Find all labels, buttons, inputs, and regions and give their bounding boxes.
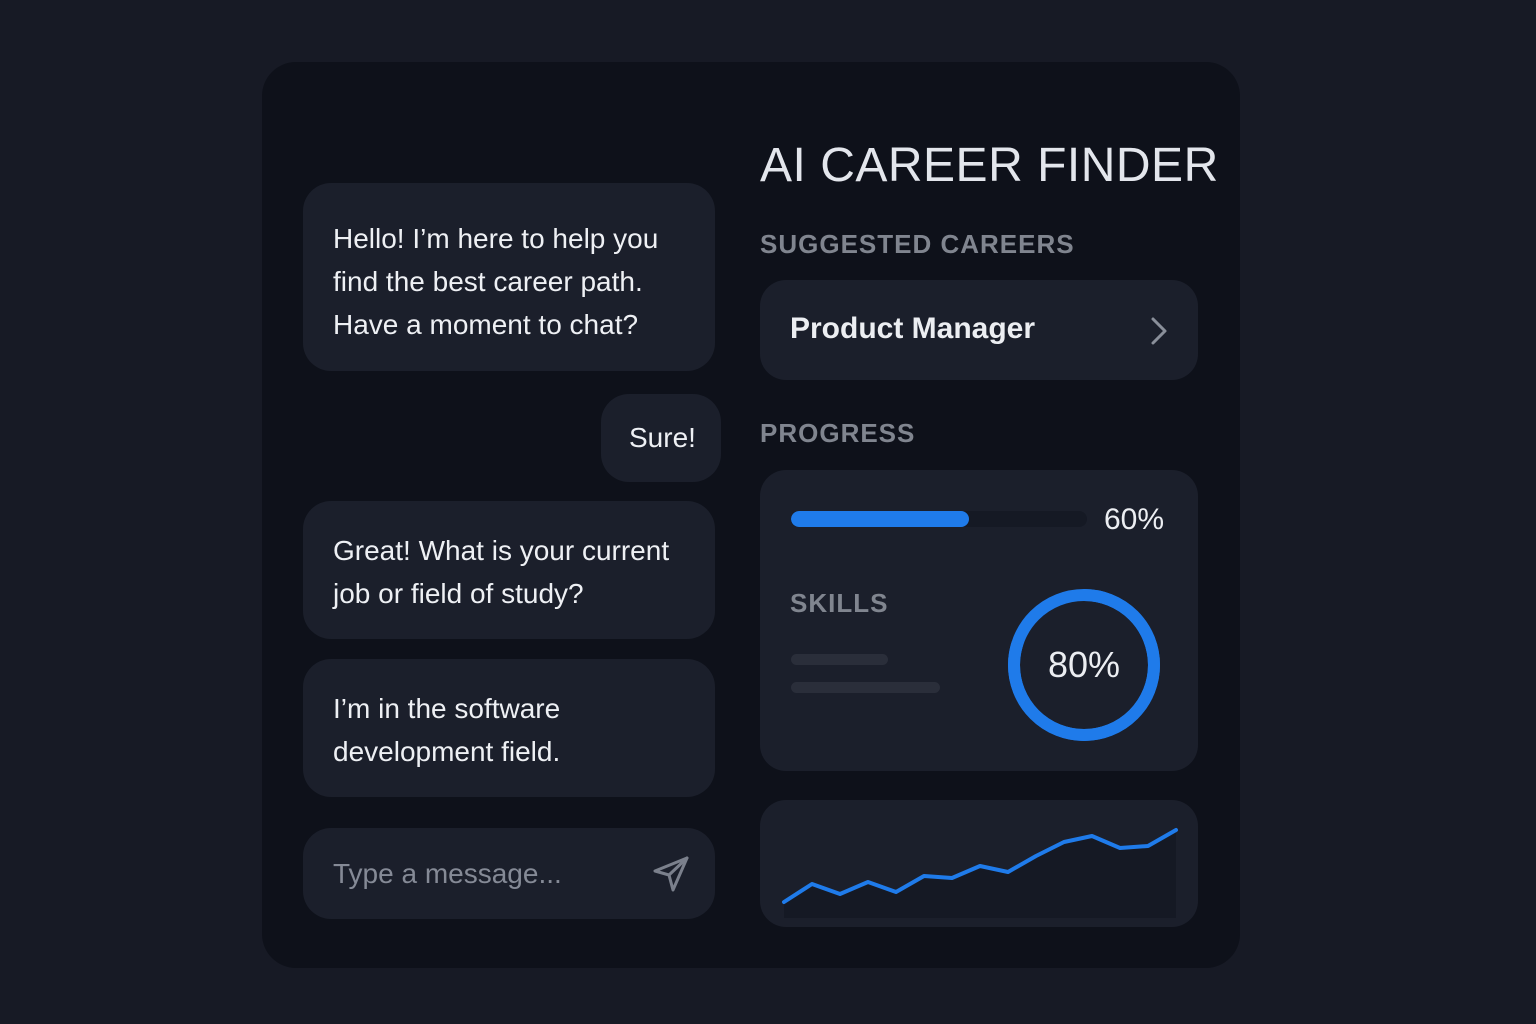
chat-message-assistant: Hello! I’m here to help you find the bes… <box>303 183 715 371</box>
app-title: AI CAREER FINDER <box>760 139 1219 192</box>
skills-percent: 80% <box>1047 644 1121 685</box>
chat-message-assistant: Great! What is your current job or field… <box>303 501 715 639</box>
progress-card: 60% SKILLS 80% <box>760 470 1198 771</box>
message-text: Sure! <box>629 422 696 453</box>
trend-chart <box>782 828 1178 918</box>
send-icon[interactable] <box>651 854 691 894</box>
progress-heading: PROGRESS <box>760 418 916 448</box>
chevron-right-icon <box>1151 317 1167 345</box>
chat-message-user: I’m in the software development field. <box>303 659 715 797</box>
career-name: Product Manager <box>790 312 1036 345</box>
message-text: Great! What is your current job or field… <box>333 535 670 609</box>
message-text: Hello! I’m here to help you find the bes… <box>333 223 659 340</box>
trend-area <box>784 830 1176 918</box>
message-composer <box>303 828 715 919</box>
progress-bar-fill <box>791 511 969 527</box>
skill-placeholder-line <box>791 654 888 665</box>
skill-placeholder-line <box>791 682 940 693</box>
message-input[interactable] <box>331 850 635 898</box>
progress-percent: 60% <box>1104 503 1165 536</box>
message-text: I’m in the software development field. <box>333 693 561 767</box>
trend-chart-card <box>760 800 1198 927</box>
career-item-product-manager[interactable]: Product Manager <box>760 280 1198 380</box>
chat-message-user: Sure! <box>601 394 721 482</box>
suggested-careers-heading: SUGGESTED CAREERS <box>760 229 1075 259</box>
skills-heading: SKILLS <box>790 588 889 618</box>
progress-bar <box>791 511 1087 527</box>
